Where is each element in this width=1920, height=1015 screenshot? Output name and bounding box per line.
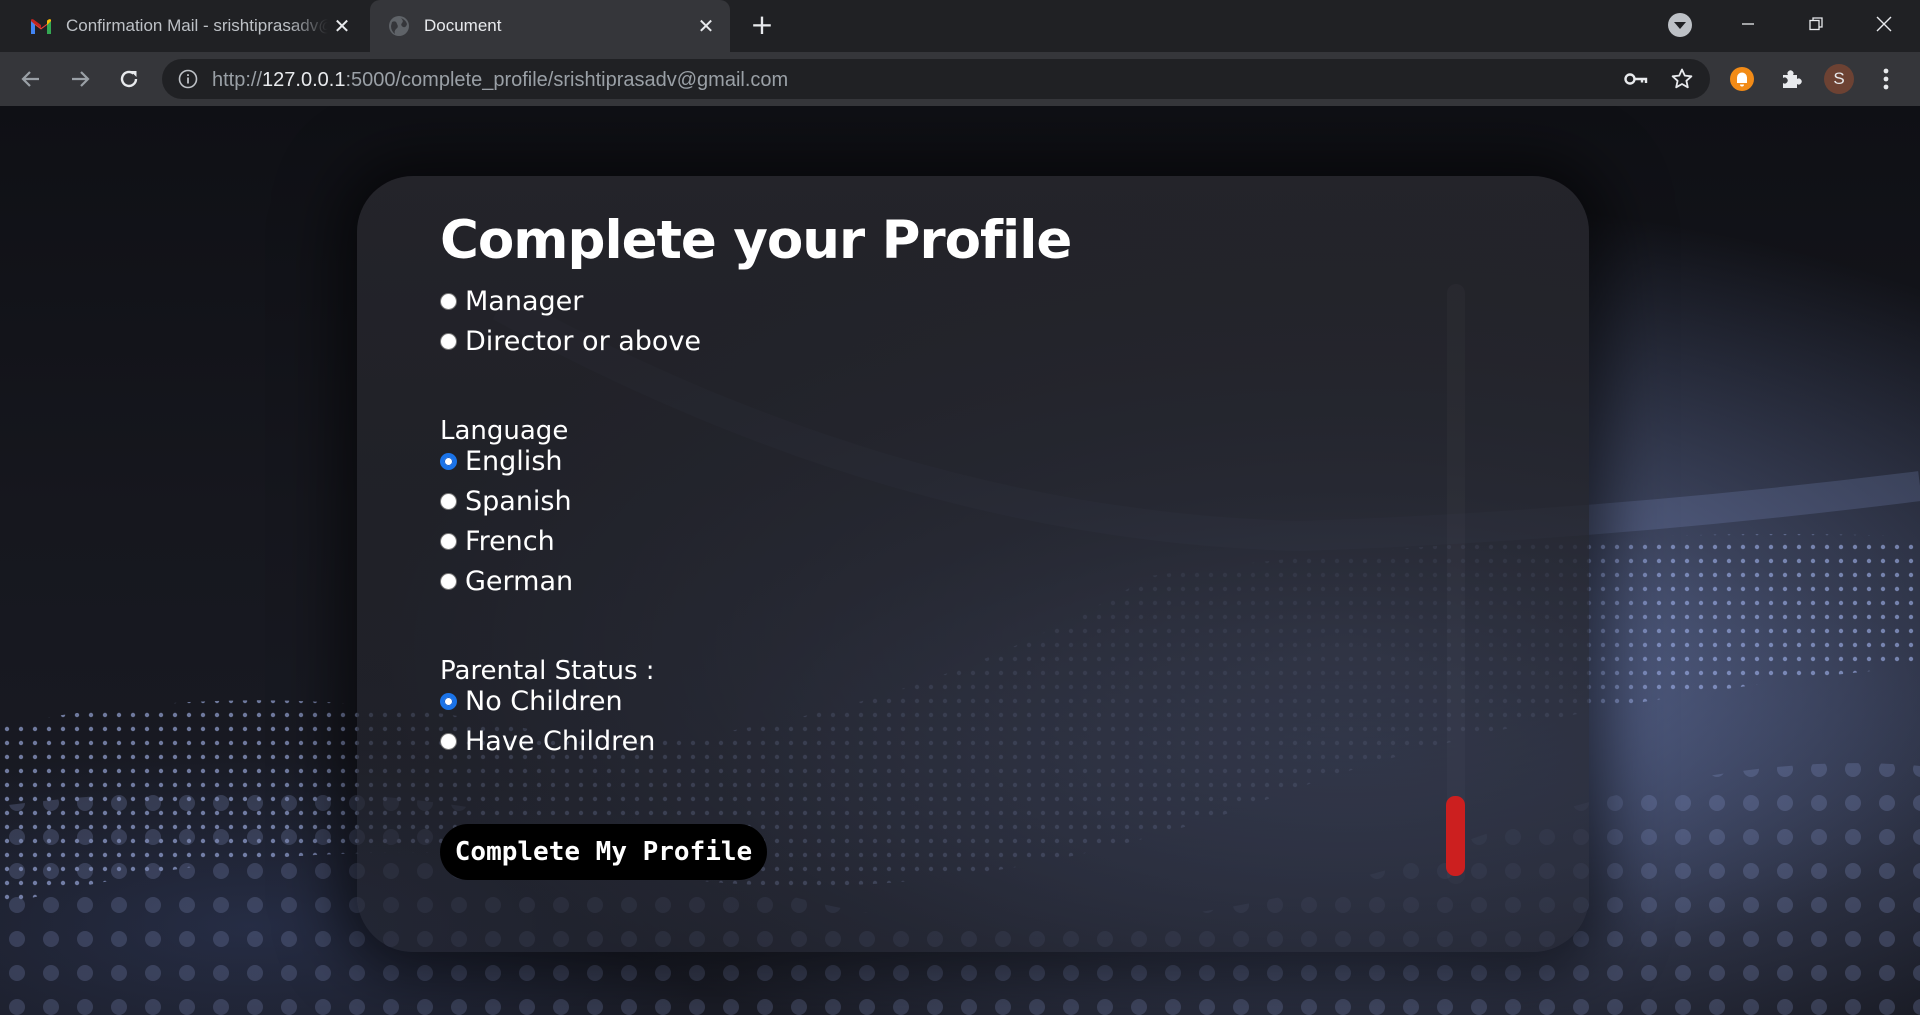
tab-search-icon[interactable]: [1668, 13, 1692, 37]
page-viewport: Complete your Profile Manager Director o…: [0, 106, 1920, 1015]
option-label: French: [465, 525, 555, 557]
option-label: No Children: [465, 685, 623, 717]
address-bar[interactable]: http://127.0.0.1:5000/complete_profile/s…: [162, 59, 1710, 99]
radio-option-french[interactable]: French: [440, 524, 555, 558]
url-text: http://127.0.0.1:5000/complete_profile/s…: [212, 69, 788, 92]
close-window-icon[interactable]: [1866, 8, 1902, 40]
key-icon[interactable]: [1624, 69, 1648, 89]
radio-button[interactable]: [440, 532, 457, 550]
url-host: 127.0.0.1: [262, 69, 346, 91]
radio-option-german[interactable]: German: [440, 564, 573, 598]
bookmark-star-icon[interactable]: [1670, 67, 1694, 91]
close-tab-icon[interactable]: ✕: [330, 14, 354, 38]
tab-document[interactable]: Document ✕: [370, 0, 730, 52]
page-title: Complete your Profile: [440, 210, 1072, 271]
profile-card: Complete your Profile Manager Director o…: [357, 176, 1589, 952]
scrollbar-track[interactable]: [1447, 284, 1465, 884]
forward-icon[interactable]: [65, 64, 95, 94]
radio-button-checked[interactable]: [440, 452, 457, 470]
radio-option-spanish[interactable]: Spanish: [440, 484, 572, 518]
option-label: Manager: [465, 285, 584, 317]
puzzle-extensions-icon[interactable]: [1778, 65, 1806, 93]
url-path: :5000/complete_profile/srishtiprasadv@gm…: [345, 69, 789, 91]
radio-button-checked[interactable]: [440, 692, 457, 710]
option-label: Spanish: [465, 485, 572, 517]
tab-title: Document: [424, 16, 502, 35]
radio-button[interactable]: [440, 572, 457, 590]
radio-button[interactable]: [440, 292, 457, 310]
url-scheme: http://: [212, 69, 263, 91]
reload-icon[interactable]: [114, 64, 144, 94]
radio-button[interactable]: [440, 732, 457, 750]
tab-title: Confirmation Mail - srishtiprasadv@gmail…: [66, 16, 328, 35]
close-tab-icon[interactable]: ✕: [694, 14, 718, 38]
gmail-icon: [31, 18, 51, 34]
option-label: German: [465, 565, 574, 597]
option-label: Have Children: [465, 725, 656, 757]
globe-icon: [389, 16, 409, 36]
radio-option-english[interactable]: English: [440, 444, 563, 478]
bell-extension-icon[interactable]: [1728, 65, 1756, 93]
avatar[interactable]: S: [1824, 64, 1854, 94]
more-menu-icon[interactable]: [1872, 64, 1900, 94]
radio-option-have-children[interactable]: Have Children: [440, 724, 655, 758]
language-label: Language: [440, 416, 569, 446]
restore-icon[interactable]: [1798, 8, 1834, 40]
scrollbar-thumb[interactable]: [1446, 796, 1465, 876]
parental-status-label: Parental Status :: [440, 656, 655, 686]
radio-button[interactable]: [440, 332, 457, 350]
radio-option-director[interactable]: Director or above: [440, 324, 701, 358]
back-icon[interactable]: [16, 64, 46, 94]
new-tab-button[interactable]: +: [748, 11, 776, 40]
minimize-icon[interactable]: [1730, 8, 1766, 40]
site-info-icon[interactable]: [178, 69, 198, 89]
tab-strip: Confirmation Mail - srishtiprasadv@gmail…: [0, 0, 1920, 52]
complete-profile-button[interactable]: Complete My Profile: [440, 824, 767, 880]
radio-option-manager[interactable]: Manager: [440, 284, 583, 318]
radio-option-no-children[interactable]: No Children: [440, 684, 623, 718]
option-label: English: [465, 445, 563, 477]
browser-toolbar: http://127.0.0.1:5000/complete_profile/s…: [0, 52, 1920, 106]
option-label: Director or above: [465, 325, 702, 357]
radio-button[interactable]: [440, 492, 457, 510]
tab-confirmation-mail[interactable]: Confirmation Mail - srishtiprasadv@gmail…: [14, 0, 366, 52]
